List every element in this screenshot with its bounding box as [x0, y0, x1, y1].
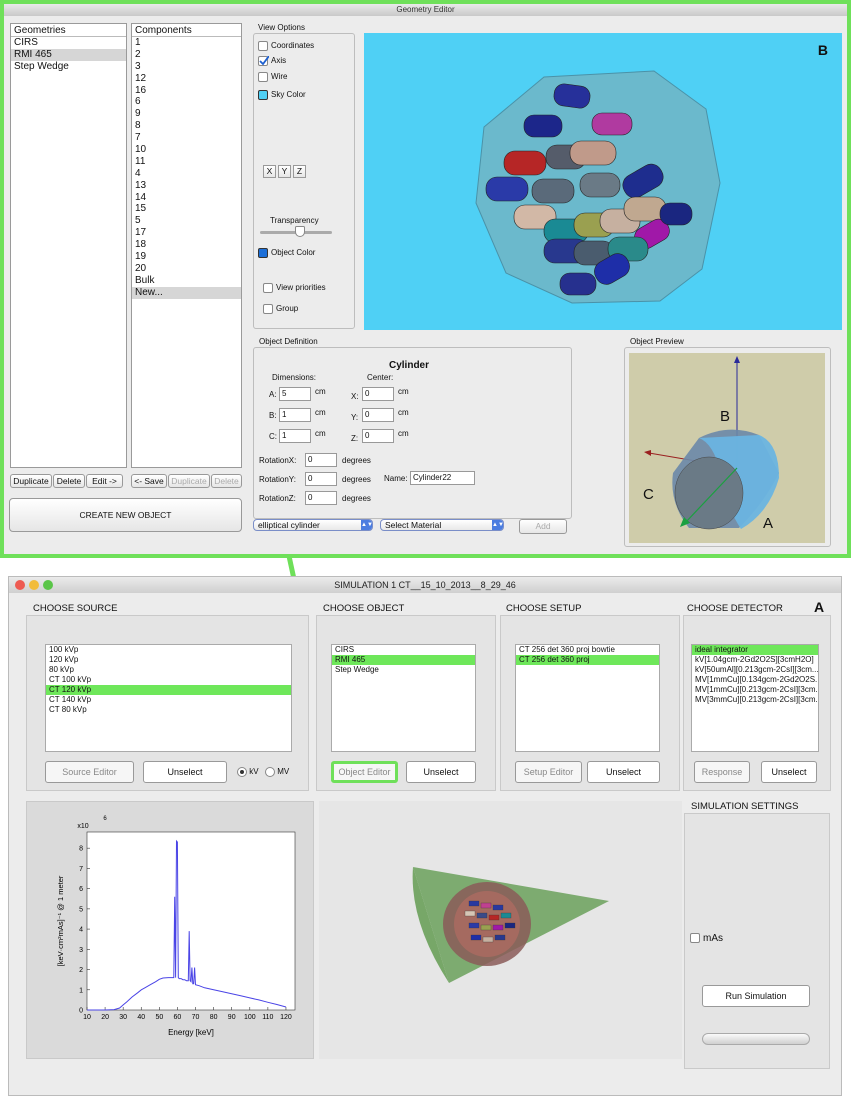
panel-label-a: A: [814, 599, 825, 615]
x-tick-label: 70: [192, 1014, 200, 1021]
mv-label: MV: [277, 767, 290, 777]
source-list-item[interactable]: CT 80 kVp: [46, 705, 291, 715]
y-multiplier: x10: [77, 823, 88, 830]
mas-checkbox[interactable]: mAs: [690, 933, 723, 944]
y-tick-label: 2: [79, 967, 83, 974]
plot-area: [86, 831, 296, 1011]
x-tick-label: 120: [280, 1014, 292, 1021]
x-tick-label: 40: [137, 1014, 145, 1021]
detector-list-item[interactable]: ideal integrator: [692, 645, 818, 655]
source-editor-button[interactable]: Source Editor: [45, 761, 134, 783]
spectrum-panel: 10 20 30 40 50 60 70 80 90 100 110 120 0 1 2 3 4 5 6 7 8 x10 6…: [26, 801, 314, 1059]
run-simulation-button[interactable]: Run Simulation: [702, 985, 810, 1007]
source-list-item[interactable]: 80 kVp: [46, 665, 291, 675]
choose-source-title: CHOOSE SOURCE: [33, 603, 118, 614]
source-list-item[interactable]: CT 100 kVp: [46, 675, 291, 685]
source-list[interactable]: 100 kVp 120 kVp 80 kVp CT 100 kVp CT 120 kVp…: [45, 644, 292, 752]
ct-geometry-render: [412, 867, 609, 983]
source-list-item[interactable]: 100 kVp: [46, 645, 291, 655]
x-tick-label: 20: [101, 1014, 109, 1021]
kv-radio[interactable]: kV: [237, 767, 259, 777]
maximize-window-icon[interactable]: [43, 580, 53, 590]
setup-unselect-button[interactable]: Unselect: [587, 761, 660, 783]
y-tick-label: 6: [79, 886, 83, 893]
y-tick-label: 4: [79, 927, 83, 934]
object-list[interactable]: CIRS RMI 465 Step Wedge: [331, 644, 476, 752]
detector-list-item[interactable]: MV[1mmCu][0.134gcm-2Gd2O2S...: [692, 675, 818, 685]
choose-detector-title: CHOOSE DETECTOR: [687, 603, 783, 614]
mv-radio[interactable]: MV: [265, 767, 289, 777]
mas-label: mAs: [703, 933, 723, 944]
response-button[interactable]: Response: [694, 761, 750, 783]
close-window-icon[interactable]: [15, 580, 25, 590]
x-tick-label: 90: [228, 1014, 236, 1021]
setup-list-item[interactable]: CT 256 det 360 proj bowtie: [516, 645, 659, 655]
simulation-settings-title: SIMULATION SETTINGS: [691, 801, 799, 812]
y-tick-label: 1: [79, 987, 83, 994]
source-list-item[interactable]: 120 kVp: [46, 655, 291, 665]
object-unselect-button[interactable]: Unselect: [406, 761, 476, 783]
x-tick-label: 10: [83, 1014, 91, 1021]
x-tick-label: 50: [155, 1014, 163, 1021]
detector-list[interactable]: ideal integrator kV[1.04gcm-2Gd2O2S][3cmH…: [691, 644, 819, 752]
source-list-item[interactable]: CT 140 kVp: [46, 695, 291, 705]
simulation-title: SIMULATION 1 CT__15_10_2013__8_29_46: [9, 577, 841, 593]
y-exponent: 6: [103, 816, 107, 822]
x-tick-label: 60: [174, 1014, 182, 1021]
detector-list-item[interactable]: MV[1mmCu][0.213gcm-2CsI][3cm...: [692, 685, 818, 695]
setup-editor-button[interactable]: Setup Editor: [515, 761, 582, 783]
setup-list[interactable]: CT 256 det 360 proj bowtie CT 256 det 360…: [515, 644, 660, 752]
source-list-item[interactable]: CT 120 kVp: [46, 685, 291, 695]
detector-unselect-button[interactable]: Unselect: [761, 761, 817, 783]
x-axis-label: Energy [keV]: [168, 1028, 214, 1037]
kv-label: kV: [249, 767, 259, 777]
setup-list-item[interactable]: CT 256 det 360 proj: [516, 655, 659, 665]
detector-list-item[interactable]: kV[50umAl][0.213gcm-2CsI][3cm...: [692, 665, 818, 675]
y-tick-label: 3: [79, 947, 83, 954]
spectrum-chart: 10 20 30 40 50 60 70 80 90 100 110 120 0 1 2 3 4 5 6 7 8 x10 6…: [56, 816, 296, 1037]
y-tick-label: 8: [79, 846, 83, 853]
object-list-item[interactable]: Step Wedge: [332, 665, 475, 675]
simulation-window: SIMULATION 1 CT__15_10_2013__8_29_46 A C…: [8, 576, 842, 1096]
object-list-item[interactable]: RMI 465: [332, 655, 475, 665]
x-tick-label: 80: [210, 1014, 218, 1021]
x-tick-label: 110: [262, 1014, 273, 1021]
minimize-window-icon[interactable]: [29, 580, 39, 590]
choose-object-title: CHOOSE OBJECT: [323, 603, 405, 614]
x-tick-label: 100: [244, 1014, 256, 1021]
y-tick-label: 7: [79, 866, 83, 873]
y-tick-label: 0: [79, 1008, 83, 1015]
simulation-progress-bar: [702, 1033, 810, 1045]
detector-list-item[interactable]: kV[1.04gcm-2Gd2O2S][3cmH2O]: [692, 655, 818, 665]
y-tick-label: 5: [79, 906, 83, 913]
detector-list-item[interactable]: MV[3mmCu][0.213gcm-2CsI][3cm...: [692, 695, 818, 705]
object-list-item[interactable]: CIRS: [332, 645, 475, 655]
simulation-3d-view[interactable]: [319, 801, 682, 1059]
choose-setup-title: CHOOSE SETUP: [506, 603, 582, 614]
y-axis-label: [keV·cm²mAs]⁻¹ @ 1 meter: [56, 875, 65, 966]
object-editor-button[interactable]: Object Editor: [331, 761, 398, 783]
x-tick-label: 30: [119, 1014, 127, 1021]
source-unselect-button[interactable]: Unselect: [143, 761, 227, 783]
